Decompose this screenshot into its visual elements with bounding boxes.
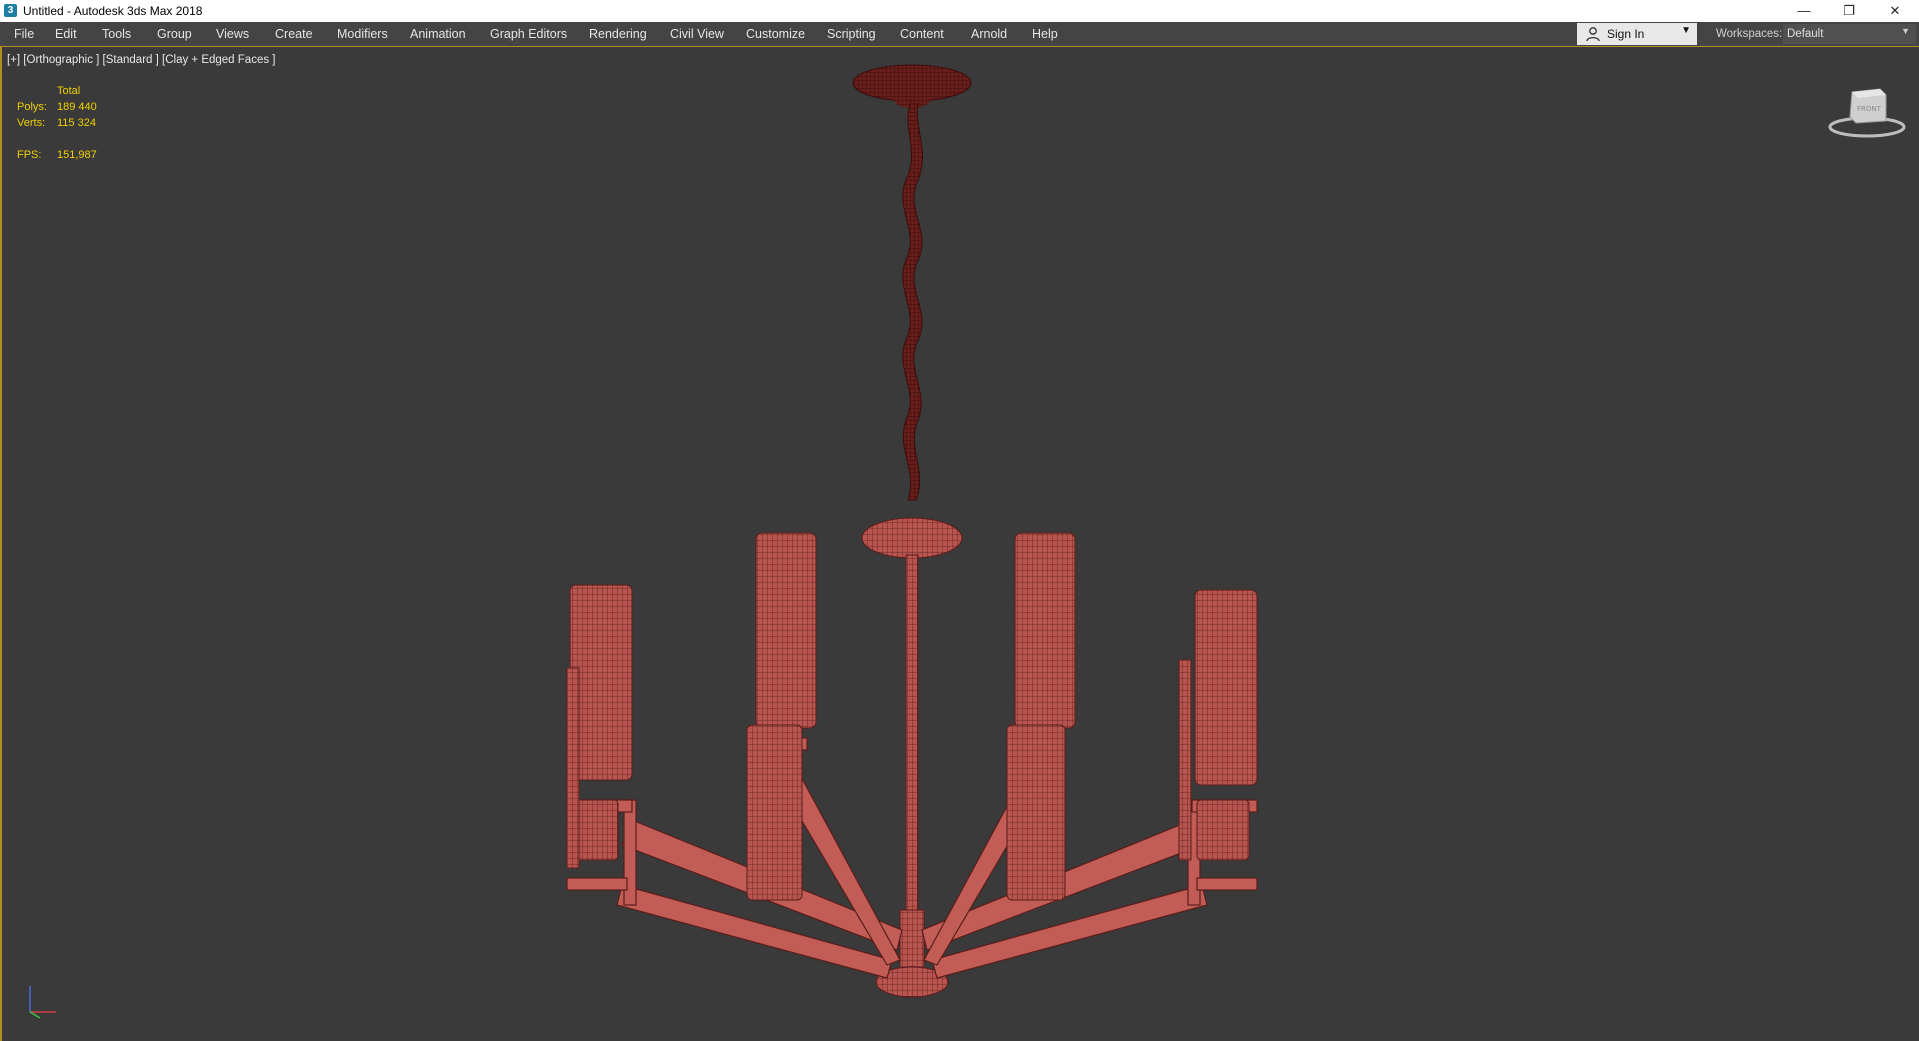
chain [902, 103, 924, 501]
menu-modifiers[interactable]: Modifiers [337, 22, 388, 46]
menu-animation[interactable]: Animation [410, 22, 466, 46]
ceiling-canopy [852, 64, 972, 108]
menu-group[interactable]: Group [157, 22, 192, 46]
sign-in-label: Sign In [1607, 27, 1645, 41]
menu-views[interactable]: Views [216, 22, 249, 46]
menu-content[interactable]: Content [900, 22, 944, 46]
caret-down-icon[interactable]: ▼ [1681, 25, 1691, 36]
menu-edit[interactable]: Edit [55, 22, 77, 46]
menu-help[interactable]: Help [1032, 22, 1058, 46]
chandelier-model[interactable] [2, 47, 1919, 1041]
menu-rendering[interactable]: Rendering [589, 22, 647, 46]
menu-tools[interactable]: Tools [102, 22, 131, 46]
menu-scripting[interactable]: Scripting [827, 22, 876, 46]
minimize-icon[interactable]: — [1781, 0, 1827, 22]
workspaces-value: Default [1787, 28, 1824, 40]
menu-graph-editors[interactable]: Graph Editors [490, 22, 567, 46]
menu-file[interactable]: File [14, 22, 34, 46]
close-icon[interactable]: ✕ [1872, 0, 1918, 22]
viewport-orthographic[interactable]: [+] [Orthographic ] [Standard ] [Clay + … [0, 47, 1919, 1041]
chevron-down-icon: ▼ [1901, 26, 1910, 36]
menu-arnold[interactable]: Arnold [971, 22, 1007, 46]
menu-create[interactable]: Create [275, 22, 313, 46]
workspaces-dropdown[interactable]: Default ▼ [1783, 24, 1916, 44]
user-icon [1586, 27, 1600, 42]
restore-icon[interactable]: ❐ [1826, 0, 1872, 22]
3ds-max-icon[interactable]: 3 [4, 4, 17, 17]
window-title: Untitled - Autodesk 3ds Max 2018 [23, 4, 203, 18]
workspaces-label: Workspaces: [1716, 28, 1783, 40]
sign-in-button[interactable]: Sign In ▼ [1577, 23, 1697, 45]
menu-civil-view[interactable]: Civil View [670, 22, 724, 46]
menu-customize[interactable]: Customize [746, 22, 805, 46]
title-bar: 3 Untitled - Autodesk 3ds Max 2018 — ❐ ✕ [0, 0, 1919, 22]
